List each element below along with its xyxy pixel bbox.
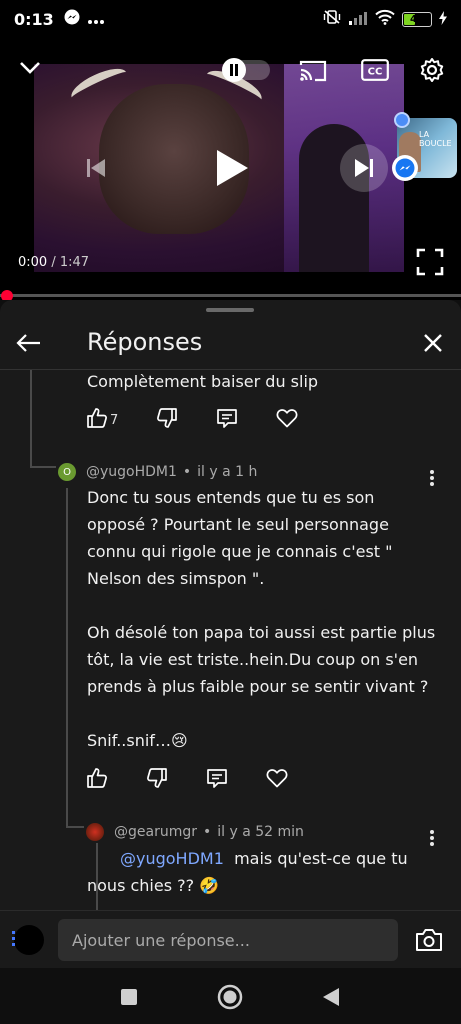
panel-header: Réponses <box>0 320 461 370</box>
battery-icon: 40 <box>402 11 432 27</box>
play-icon[interactable] <box>212 146 252 190</box>
dislike-button[interactable] <box>146 768 168 792</box>
time-display: 0:00 / 1:47 <box>18 255 90 270</box>
comment-text: Complètement baiser du slip <box>87 372 319 391</box>
recents-icon[interactable] <box>114 982 144 1012</box>
status-time: 0:13 <box>14 9 54 29</box>
reply-input-bar <box>0 910 461 968</box>
more-dots-icon <box>87 10 104 29</box>
charging-icon <box>439 10 447 29</box>
close-icon[interactable] <box>418 328 448 358</box>
comment-actions <box>86 768 326 792</box>
comment-text: Donc tu sous entends que tu es son oppos… <box>87 488 436 750</box>
thumbs-up-icon <box>86 407 108 433</box>
reply-button[interactable] <box>216 408 238 432</box>
panel-title: Réponses <box>87 328 203 356</box>
thumbs-up-icon <box>86 767 108 793</box>
cast-icon[interactable] <box>298 58 328 84</box>
camera-icon[interactable] <box>414 925 444 955</box>
next-icon[interactable] <box>340 144 388 192</box>
comment-meta: @gearumgr • il y a 52 min <box>86 823 304 841</box>
back-triangle-icon[interactable] <box>316 982 346 1012</box>
wifi-icon <box>375 9 395 29</box>
avatar <box>12 925 44 955</box>
svg-text:CC: CC <box>368 67 383 78</box>
replies-panel: Réponses Complètement baiser du slip 7 O… <box>0 300 461 910</box>
current-time: 0:00 <box>18 255 48 270</box>
comment-text-cont: nous chies ?? 🤣 <box>87 876 220 895</box>
autoplay-pause-toggle[interactable] <box>222 58 270 82</box>
heart-button[interactable] <box>266 768 288 792</box>
fullscreen-icon[interactable] <box>414 246 446 278</box>
avatar[interactable]: O <box>58 463 76 481</box>
comment-author[interactable]: @gearumgr <box>114 824 197 840</box>
chathead-badge-dot <box>394 112 410 128</box>
drag-handle[interactable] <box>206 308 254 312</box>
battery-level: 40 <box>410 13 424 25</box>
signal-icon <box>348 10 368 29</box>
like-button[interactable] <box>86 768 108 792</box>
avatar[interactable] <box>86 823 104 841</box>
collapse-chevron-icon[interactable] <box>18 58 42 78</box>
comment-time: il y a 52 min <box>217 824 304 840</box>
heart-icon <box>276 408 298 432</box>
settings-gear-icon[interactable] <box>418 56 446 84</box>
duration: 1:47 <box>59 255 90 270</box>
thumbs-down-icon <box>156 407 178 433</box>
comment-time: il y a 1 h <box>197 464 258 480</box>
mute-vibrate-icon <box>323 9 341 29</box>
like-count: 7 <box>110 412 119 428</box>
progress-bar[interactable] <box>0 294 461 297</box>
video-player[interactable]: CC 0:00 / 1:47 LA BOUCLE <box>0 38 461 300</box>
reply-comment-icon <box>216 407 238 433</box>
status-bar: 0:13 40 <box>0 0 461 38</box>
reply-input[interactable] <box>58 919 398 961</box>
messenger-icon <box>64 9 80 29</box>
thumbs-down-icon <box>146 767 168 793</box>
reply-button[interactable] <box>206 768 228 792</box>
comment-author[interactable]: @yugoHDM1 <box>86 464 177 480</box>
comment-actions: 7 <box>86 408 336 432</box>
pause-icon <box>222 58 246 82</box>
heart-button[interactable] <box>276 408 298 432</box>
previous-icon[interactable] <box>84 156 108 180</box>
mention-link[interactable]: @yugoHDM1 <box>120 849 224 868</box>
comment-meta: O @yugoHDM1 • il y a 1 h <box>58 463 257 481</box>
more-options-icon[interactable] <box>428 828 436 848</box>
system-nav-bar <box>0 968 461 1024</box>
comment-text: @yugoHDM1 mais qu'est-ce que tu <box>120 849 408 868</box>
reply-comment-icon <box>206 767 228 793</box>
like-button[interactable]: 7 <box>86 408 118 432</box>
messenger-badge-icon <box>392 155 418 181</box>
progress-scrubber[interactable] <box>1 290 13 300</box>
heart-icon <box>266 768 288 792</box>
back-arrow-icon[interactable] <box>16 328 46 358</box>
home-icon[interactable] <box>215 982 245 1012</box>
captions-icon[interactable]: CC <box>360 58 390 82</box>
chathead-label: LA BOUCLE <box>419 130 452 148</box>
dislike-button[interactable] <box>156 408 178 432</box>
